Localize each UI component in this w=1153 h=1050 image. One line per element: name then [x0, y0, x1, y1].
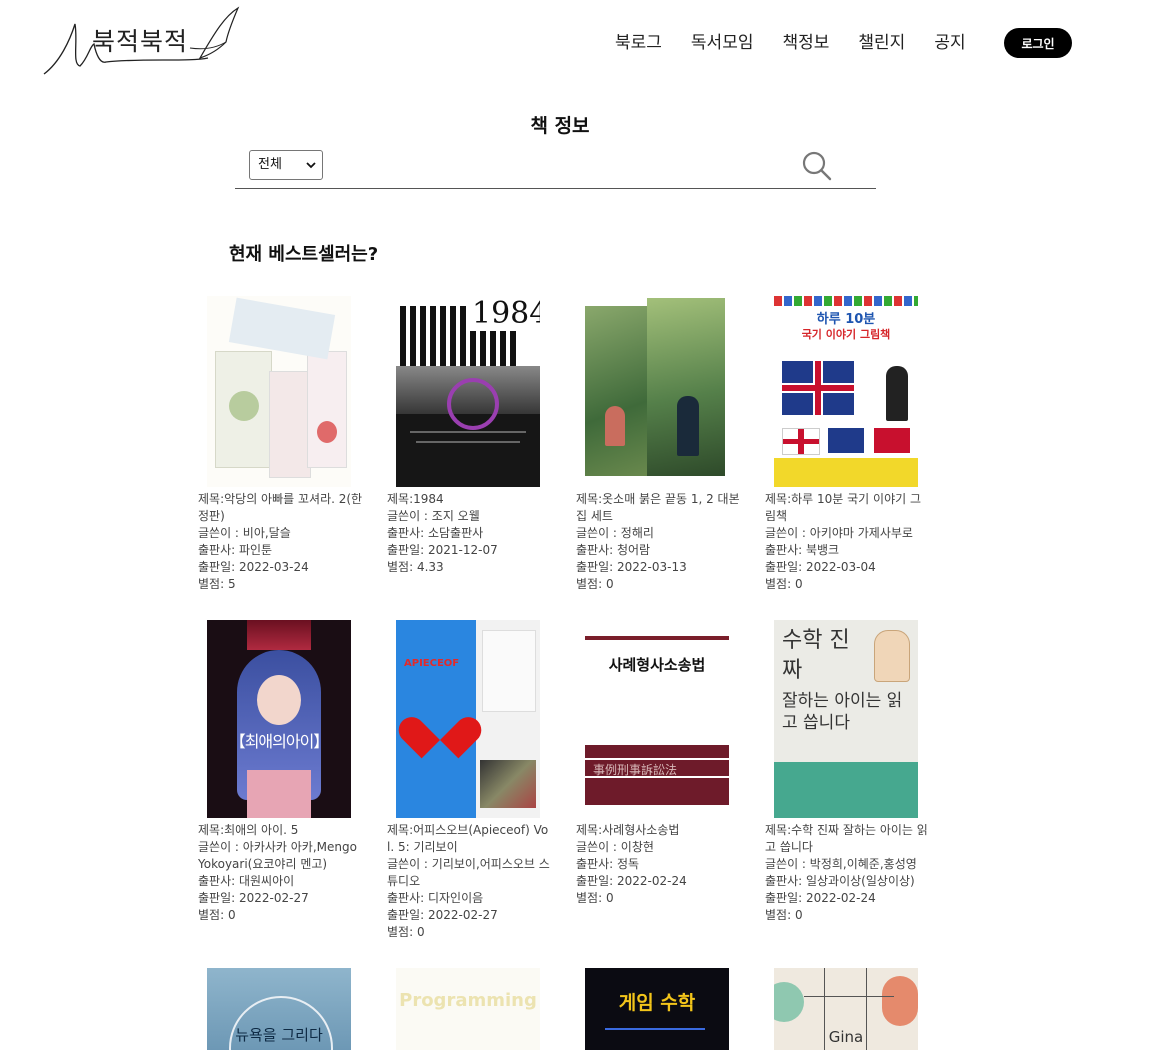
search-input[interactable] [335, 150, 789, 182]
book-author: 글쓴이 : 기리보이,어피스오브 스튜디오 [387, 857, 550, 888]
book-publisher: 출판사: 일상과이상(일상이상) [765, 874, 915, 888]
book-cover-image: 게임 수학 [585, 968, 729, 1050]
book-author: 글쓴이 : 조지 오웰 [387, 509, 480, 523]
book-date: 출판일: 2021-12-07 [387, 543, 498, 557]
book-title: 제목:하루 10분 국기 이야기 그림책 [765, 492, 922, 523]
book-publisher: 출판사: 청어람 [576, 543, 651, 557]
search-icon[interactable] [801, 150, 833, 182]
book-date: 출판일: 2022-03-24 [198, 560, 309, 574]
bestseller-heading: 현재 베스트셀러는? [229, 244, 379, 265]
book-title: 제목:어피스오브(Apieceof) Vol. 5: 기리보이 [387, 823, 549, 854]
book-author: 글쓴이 : 이창현 [576, 840, 654, 854]
cover-title: Programming [399, 990, 537, 1011]
book-author: 글쓴이 : 아키야마 가제사부로 [765, 526, 913, 540]
book-info: 제목:사례형사소송법 글쓴이 : 이창현 출판사: 정독 출판일: 2022-0… [576, 822, 741, 907]
book-cover-image: Programming [396, 968, 540, 1050]
book-rating: 별점: 0 [576, 577, 614, 591]
book-rating: 별점: 0 [198, 908, 236, 922]
search-filter-value: 전체 [258, 157, 282, 172]
cover-title: 게임 수학 [618, 992, 696, 1014]
nav-reading-club[interactable]: 독서모임 [691, 28, 754, 53]
book-cover-image: Gina [774, 968, 918, 1050]
book-author: 글쓴이 : 박정희,이혜준,홍성영 [765, 857, 917, 871]
book-info: 제목:수학 진짜 잘하는 아이는 읽고 씁니다 글쓴이 : 박정희,이혜준,홍성… [765, 822, 930, 924]
book-cover-image: APIECEOF [396, 620, 540, 818]
book-cover-image: 1984 [396, 296, 540, 487]
login-button[interactable]: 로그인 [1004, 28, 1072, 58]
book-date: 출판일: 2022-03-13 [576, 560, 687, 574]
search-bar: 전체 [235, 145, 876, 189]
logo-text: 북적북적 [92, 27, 189, 56]
book-cover-image: 뉴욕을 그리다 [207, 968, 351, 1050]
book-publisher: 출판사: 파인툰 [198, 543, 273, 557]
book-date: 출판일: 2022-02-27 [387, 908, 498, 922]
book-author: 글쓴이 : 비아,달슬 [198, 526, 291, 540]
cover-title: 하루 10분 [816, 312, 876, 327]
cover-subtitle: 事例刑事訴訟法 [593, 763, 678, 777]
book-author: 글쓴이 : 정해리 [576, 526, 654, 540]
book-title: 제목:1984 [387, 492, 444, 506]
book-rating: 별점: 0 [387, 925, 425, 939]
book-info: 제목:하루 10분 국기 이야기 그림책 글쓴이 : 아키야마 가제사부로 출판… [765, 491, 930, 593]
book-cover-image [207, 296, 351, 487]
book-cover-image: 수학 진짜 잘하는 아이는 읽고 씁니다 [774, 620, 918, 818]
chevron-down-icon [306, 162, 316, 169]
book-rating: 별점: 0 [765, 908, 803, 922]
book-publisher: 출판사: 대원씨아이 [198, 874, 295, 888]
nav-booklog[interactable]: 북로그 [615, 28, 662, 53]
book-title: 제목:수학 진짜 잘하는 아이는 읽고 씁니다 [765, 823, 928, 854]
cover-title: 사례형사소송법 [608, 656, 706, 674]
search-filter-select[interactable]: 전체 [249, 150, 323, 180]
book-cover-image: 하루 10분 국기 이야기 그림책 [774, 296, 918, 487]
book-title: 제목:최애의 아이. 5 [198, 823, 299, 837]
book-info: 제목:악당의 아빠를 꼬셔라. 2(한정판) 글쓴이 : 비아,달슬 출판사: … [198, 491, 363, 593]
book-date: 출판일: 2022-02-24 [576, 874, 687, 888]
site-logo[interactable]: 북적북적 [40, 2, 245, 80]
nav-notice[interactable]: 공지 [934, 28, 965, 53]
cover-title: Gina [828, 1028, 864, 1046]
book-author: 글쓴이 : 아카사카 아카,Mengo Yokoyari(요코야리 멘고) [198, 840, 357, 871]
book-publisher: 출판사: 북뱅크 [765, 543, 840, 557]
cover-title: 뉴욕을 그리다 [235, 1026, 323, 1044]
book-title: 제목:옷소매 붉은 끝동 1, 2 대본집 세트 [576, 492, 740, 523]
book-publisher: 출판사: 소담출판사 [387, 526, 484, 540]
book-info: 제목:옷소매 붉은 끝동 1, 2 대본집 세트 글쓴이 : 정해리 출판사: … [576, 491, 741, 593]
book-rating: 별점: 5 [198, 577, 236, 591]
book-rating: 별점: 4.33 [387, 560, 444, 574]
book-info: 제목:어피스오브(Apieceof) Vol. 5: 기리보이 글쓴이 : 기리… [387, 822, 552, 941]
book-title: 제목:악당의 아빠를 꼬셔라. 2(한정판) [198, 492, 363, 523]
book-date: 출판일: 2022-02-27 [198, 891, 309, 905]
nav-challenge[interactable]: 챌린지 [858, 28, 905, 53]
cover-title: APIECEOF [404, 658, 460, 669]
book-cover-image: 사례형사소송법 事例刑事訴訟法 [585, 620, 729, 818]
book-rating: 별점: 0 [576, 891, 614, 905]
cover-subtitle: 국기 이야기 그림책 [801, 328, 891, 341]
cover-title: 1984 [470, 296, 540, 331]
book-info: 제목:최애의 아이. 5 글쓴이 : 아카사카 아카,Mengo Yokoyar… [198, 822, 363, 924]
main-nav: 북로그 독서모임 책정보 챌린지 공지 [600, 28, 995, 53]
book-info: 제목:1984 글쓴이 : 조지 오웰 출판사: 소담출판사 출판일: 2021… [387, 491, 552, 576]
book-date: 출판일: 2022-02-24 [765, 891, 876, 905]
book-publisher: 출판사: 디자인이음 [387, 891, 484, 905]
book-rating: 별점: 0 [765, 577, 803, 591]
book-publisher: 출판사: 정독 [576, 857, 640, 871]
book-cover-image: 【최애의아이】 [207, 620, 351, 818]
book-cover-image [585, 296, 729, 487]
cover-title: 수학 진짜 [782, 628, 850, 683]
cover-subtitle: 잘하는 아이는 읽고 씁니다 [782, 691, 903, 733]
nav-book-info[interactable]: 책정보 [782, 28, 829, 53]
page-title: 책 정보 [530, 115, 590, 137]
cover-title: 【최애의아이】 [229, 732, 330, 751]
book-date: 출판일: 2022-03-04 [765, 560, 876, 574]
book-title: 제목:사례형사소송법 [576, 823, 680, 837]
